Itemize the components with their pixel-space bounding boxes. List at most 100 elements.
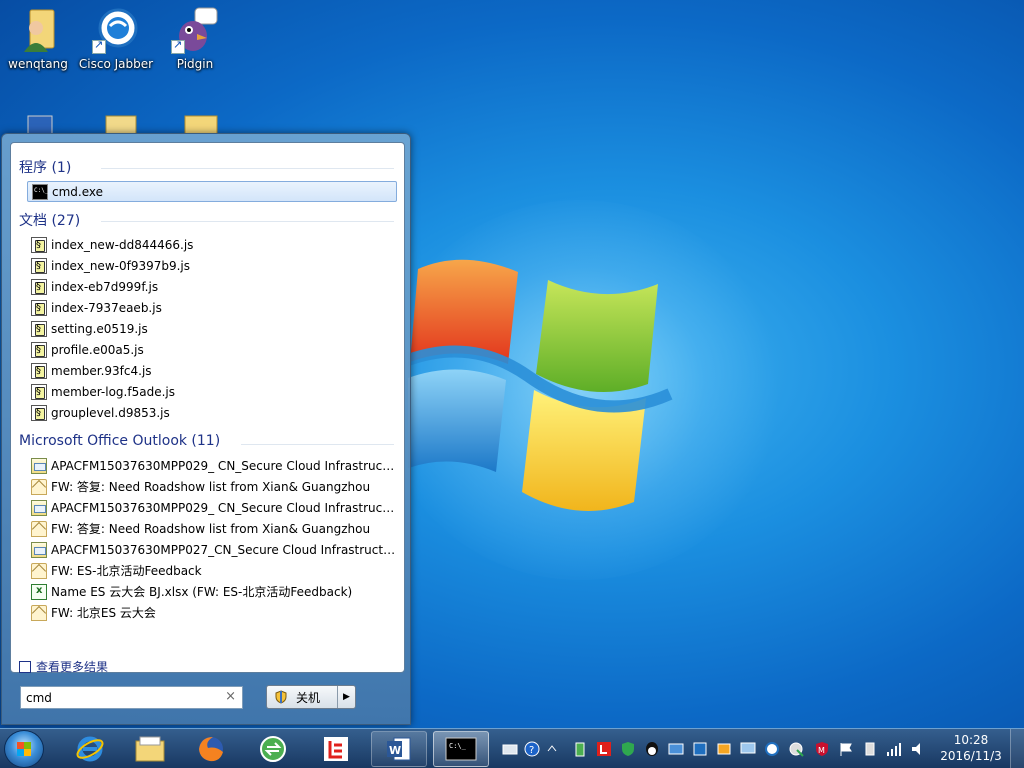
mail-open-icon (31, 604, 47, 621)
file-explorer-icon (135, 736, 165, 762)
result-outlook-item[interactable]: FW: 答复: Need Roadshow list from Xian& Gu… (27, 518, 397, 539)
script-file-icon (31, 341, 47, 358)
taskbar: W C:\_ ? M 10:28 2016/11/3 (0, 728, 1024, 768)
result-outlook-item[interactable]: FW: 答复: Need Roadshow list from Xian& Gu… (27, 476, 397, 497)
letv-icon (324, 737, 348, 761)
network-adapter-icon[interactable] (668, 741, 684, 757)
script-file-icon (31, 299, 47, 316)
clear-search-icon[interactable]: × (225, 689, 236, 704)
see-more-icon (19, 660, 31, 673)
system-tray: ? M (498, 729, 938, 768)
update-icon[interactable] (716, 741, 732, 757)
search-results-panel: 程序 (1) cmd.exe 文档 (27) index_new-dd84446… (10, 142, 405, 674)
cmd-icon (32, 183, 48, 200)
result-document[interactable]: index_new-0f9397b9.js (27, 255, 397, 276)
expand-tray-icon[interactable] (544, 741, 560, 757)
cisco-jabber-icon (92, 6, 140, 54)
firefox-icon (199, 737, 223, 762)
start-button[interactable] (4, 730, 44, 768)
help-icon[interactable]: ? (524, 741, 540, 757)
security-shield-icon[interactable] (620, 741, 636, 757)
show-desktop-button[interactable] (1010, 729, 1024, 768)
battery-icon[interactable] (572, 741, 588, 757)
script-file-icon (31, 320, 47, 337)
result-cmd[interactable]: cmd.exe (27, 181, 397, 202)
jabber-tray-icon[interactable] (764, 741, 780, 757)
result-outlook-item[interactable]: FW: ES-北京活动Feedback (27, 560, 397, 581)
svg-text:M: M (818, 746, 825, 755)
script-file-icon (31, 404, 47, 421)
volume-icon[interactable] (910, 741, 926, 757)
letv-tray-icon[interactable] (596, 741, 612, 757)
search-input[interactable]: cmd × (20, 686, 243, 709)
divider (241, 444, 394, 445)
clock-date: 2016/11/3 (940, 749, 1002, 763)
result-outlook-item[interactable]: APACFM15037630MPP029_ CN_Secure Cloud In… (27, 455, 397, 476)
svg-text:?: ? (529, 745, 534, 756)
script-file-icon (31, 383, 47, 400)
user-folder-icon (14, 6, 62, 54)
group-title-documents: 文档 (27) (19, 213, 81, 229)
qq-icon[interactable] (644, 741, 660, 757)
word-icon: W (387, 737, 411, 761)
result-document[interactable]: profile.e00a5.js (27, 339, 397, 360)
result-document[interactable]: index-eb7d999f.js (27, 276, 397, 297)
taskbar-cmd-window[interactable]: C:\_ (433, 731, 489, 767)
excel-attachment-icon (31, 583, 47, 600)
result-document[interactable]: index_new-dd844466.js (27, 234, 397, 255)
monitor-icon[interactable] (740, 741, 756, 757)
result-outlook-item[interactable]: FW: 北京ES 云大会 (27, 602, 397, 623)
meeting-icon (31, 457, 47, 474)
result-outlook-item[interactable]: APACFM15037630MPP029_ CN_Secure Cloud In… (27, 497, 397, 518)
cmd-window-icon: C:\_ (445, 737, 477, 761)
result-document[interactable]: setting.e0519.js (27, 318, 397, 339)
usb-device-icon[interactable] (862, 741, 878, 757)
result-document[interactable]: member-log.f5ade.js (27, 381, 397, 402)
script-file-icon (31, 278, 47, 295)
taskbar-firefox[interactable] (183, 731, 239, 767)
divider (101, 221, 394, 222)
taskbar-clock[interactable]: 10:28 2016/11/3 (938, 732, 1004, 764)
result-document[interactable]: grouplevel.d9853.js (27, 402, 397, 423)
shortcut-arrow-icon (171, 38, 185, 54)
result-document[interactable]: index-7937eaeb.js (27, 297, 397, 318)
taskbar-sync-app[interactable] (245, 731, 301, 767)
desktop-icon-pidgin[interactable]: Pidgin (157, 6, 233, 72)
desktop-icon-wenqtang[interactable]: wenqtang (0, 6, 76, 72)
taskbar-internet-explorer[interactable] (62, 731, 118, 767)
meeting-icon (31, 541, 47, 558)
taskbar-file-explorer[interactable] (122, 731, 178, 767)
desktop-icon-cisco-jabber[interactable]: Cisco Jabber (78, 6, 154, 72)
result-document[interactable]: member.93fc4.js (27, 360, 397, 381)
divider (101, 168, 394, 169)
taskbar-letv[interactable] (308, 731, 364, 767)
script-file-icon (31, 236, 47, 253)
clock-time: 10:28 (953, 733, 989, 747)
sync-status-icon[interactable] (788, 741, 804, 757)
mcafee-icon[interactable]: M (814, 741, 830, 757)
result-outlook-item[interactable]: Name ES 云大会 BJ.xlsx (FW: ES-北京活动Feedback… (27, 581, 397, 602)
action-center-flag-icon[interactable] (838, 741, 854, 757)
svg-text:C:\_: C:\_ (449, 742, 467, 750)
meeting-icon (31, 499, 47, 516)
pidgin-icon (171, 6, 219, 54)
shutdown-button[interactable]: 关机 ▶ (266, 685, 356, 709)
result-outlook-item[interactable]: APACFM15037630MPP027_CN_Secure Cloud Inf… (27, 539, 397, 560)
script-file-icon (31, 257, 47, 274)
display-icon[interactable] (692, 741, 708, 757)
keyboard-icon[interactable] (502, 741, 518, 757)
group-title-programs: 程序 (1) (19, 160, 72, 176)
script-file-icon (31, 362, 47, 379)
wifi-signal-icon[interactable] (886, 741, 902, 757)
mail-open-icon (31, 562, 47, 579)
shutdown-label: 关机 (296, 690, 321, 705)
taskbar-word[interactable]: W (371, 731, 427, 767)
svg-text:W: W (389, 744, 401, 757)
sync-app-icon (260, 736, 286, 762)
start-menu-footer: cmd × 关机 ▶ (10, 673, 405, 719)
start-menu: 程序 (1) cmd.exe 文档 (27) index_new-dd84446… (1, 133, 411, 725)
group-title-outlook: Microsoft Office Outlook (11) (19, 433, 221, 449)
shield-icon (274, 690, 288, 704)
shutdown-options-arrow[interactable]: ▶ (337, 686, 355, 708)
shortcut-arrow-icon (92, 38, 106, 54)
